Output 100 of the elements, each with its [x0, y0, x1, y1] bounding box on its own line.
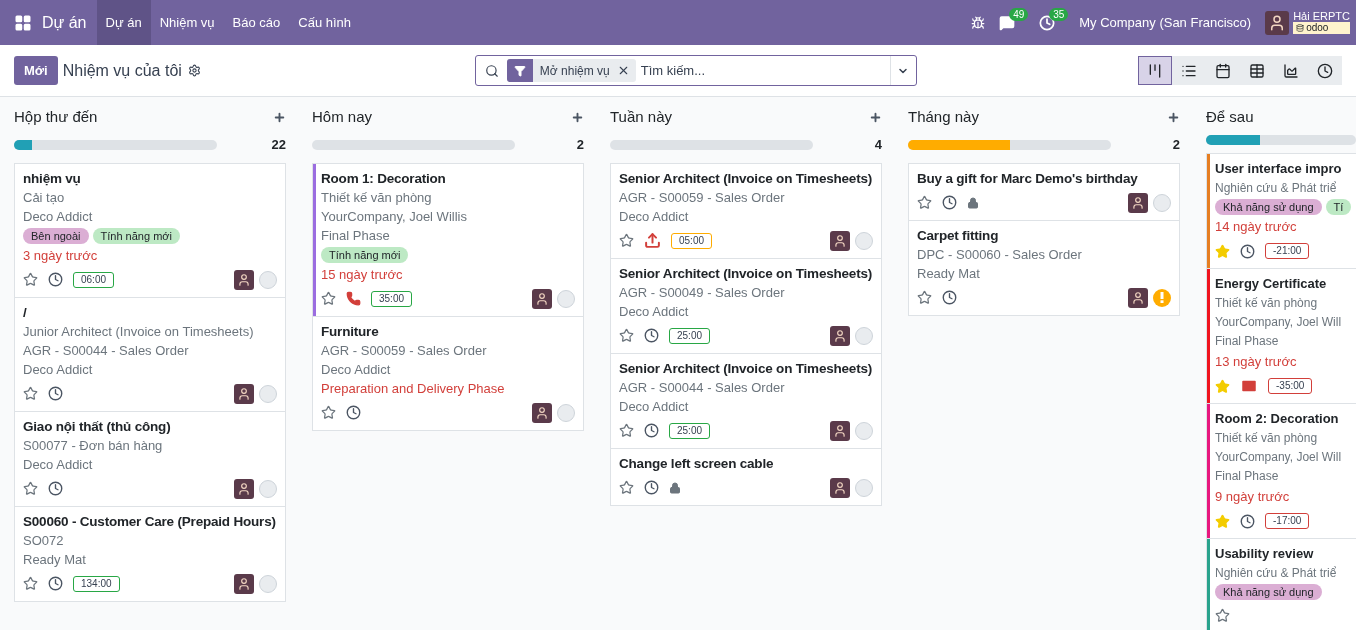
new-button[interactable]: Mới [14, 56, 58, 85]
task-title: nhiệm vụ [23, 169, 82, 188]
avatar[interactable] [532, 288, 552, 309]
task-title: Senior Architect (Invoice on Timesheets) [619, 359, 873, 378]
avatar[interactable] [532, 402, 552, 423]
task-detail: Nghiên cứu & Phát triể [1215, 180, 1338, 197]
tag: Khả năng sử dụng [1215, 199, 1322, 215]
search-input[interactable]: Tìm kiếm... [640, 60, 890, 81]
avatar[interactable] [1128, 287, 1148, 308]
task-detail: Final Phase [321, 226, 391, 245]
avatar[interactable] [1128, 192, 1148, 213]
avatar[interactable] [234, 478, 254, 499]
view-switch-button[interactable] [1138, 56, 1172, 85]
avatar[interactable] [830, 325, 850, 346]
star-icon[interactable] [619, 423, 634, 438]
star-icon[interactable] [619, 480, 634, 495]
debug-icon[interactable] [971, 15, 986, 30]
menu-item[interactable]: Dự án [96, 0, 151, 45]
tag: Tính năng mới [321, 246, 409, 263]
clock-icon[interactable] [942, 195, 957, 210]
task-card[interactable]: Furniture AGR - S00059 - Sales Order Deco Addict Preparation and Delivery Phase [312, 315, 584, 431]
clock-icon[interactable] [644, 328, 659, 343]
avatar[interactable] [234, 383, 254, 404]
task-card[interactable]: Energy Certificate Thiết kế văn phòng YourCompany, Joel Will Final Phase 13 ngày trước -35:00 [1206, 268, 1356, 404]
task-card[interactable]: Change left screen cable [610, 447, 882, 506]
clock-icon[interactable] [942, 290, 957, 305]
task-card[interactable]: User interface impro Nghiên cứu & Phát triể Khả năng sử dụng Tí 14 ngày trước -21:00 [1206, 153, 1356, 269]
star-icon[interactable] [23, 386, 38, 401]
task-card[interactable]: nhiệm vụ Cải tạo Deco Addict Bên ngoài Tính năng mới 3 ngày trước 06:00 [14, 162, 286, 298]
task-title: Senior Architect (Invoice on Timesheets) [619, 169, 873, 188]
add-icon[interactable] [869, 110, 882, 124]
hours-badge: -17:00 [1265, 513, 1310, 529]
star-icon[interactable] [619, 328, 634, 343]
clock-icon[interactable] [644, 423, 659, 438]
settings-icon[interactable] [187, 64, 201, 77]
task-card[interactable]: Senior Architect (Invoice on Timesheets) AGR - S00059 - Sales Order Deco Addict 05:00 [610, 162, 882, 259]
task-title: Room 2: Decoration [1215, 410, 1340, 428]
task-detail: Junior Architect (Invoice on Timesheets) [23, 322, 255, 341]
tag: Tí [1325, 199, 1352, 215]
task-detail: YourCompany, Joel Will [1215, 449, 1343, 466]
task-card[interactable]: S00060 - Customer Care (Prepaid Hours) SO072 Ready Mat 134:00 [14, 505, 286, 602]
task-detail: Cải tạo [23, 188, 66, 207]
phone-icon[interactable] [346, 291, 361, 306]
column-title: Hộp thư đến [14, 107, 98, 127]
task-card[interactable]: Usability review Nghiên cứu & Phát triể Khả năng sử dụng [1206, 538, 1356, 630]
progress-bar[interactable] [14, 139, 217, 150]
clock-icon[interactable] [1240, 513, 1255, 529]
menu-item[interactable]: Nhiệm vụ [150, 0, 224, 45]
task-title: Buy a gift for Marc Demo's birthday [917, 169, 1139, 188]
star-icon[interactable] [321, 291, 336, 306]
avatar[interactable] [830, 420, 850, 441]
menu-item[interactable]: Báo cáo [223, 0, 290, 45]
star-icon[interactable] [321, 405, 336, 420]
avatar[interactable] [234, 269, 254, 290]
clock-icon[interactable] [48, 481, 63, 496]
task-card[interactable]: / Junior Architect (Invoice on Timesheets) AGR - S00044 - Sales Order Deco Addict [14, 296, 286, 412]
star-icon[interactable] [1215, 607, 1230, 623]
app-name[interactable]: Dự án [42, 10, 87, 35]
clock-icon[interactable] [48, 576, 63, 591]
star-icon[interactable] [23, 272, 38, 287]
task-detail: Thiết kế văn phòng [1215, 430, 1319, 447]
tag: Bên ngoài [23, 227, 89, 244]
task-title: Giao nội thất (thủ công) [23, 417, 172, 436]
company-switcher[interactable]: My Company (San Francisco) [1079, 12, 1252, 33]
add-icon[interactable] [273, 110, 286, 124]
upload-icon[interactable] [644, 232, 661, 249]
star-icon[interactable] [23, 576, 38, 591]
apps-menu-icon[interactable] [14, 13, 32, 32]
user-avatar[interactable] [1265, 10, 1290, 35]
star-icon[interactable] [917, 195, 932, 210]
clock-icon[interactable] [346, 405, 361, 420]
star-icon[interactable] [619, 233, 634, 248]
clock-icon[interactable] [48, 386, 63, 401]
task-card[interactable]: Senior Architect (Invoice on Timesheets) AGR - S00044 - Sales Order Deco Addict 25:00 [610, 352, 882, 449]
search-bar[interactable]: Mở nhiệm vụ Tìm kiếm... [474, 55, 917, 86]
task-card[interactable]: Buy a gift for Marc Demo's birthday [908, 162, 1180, 221]
avatar[interactable] [830, 477, 850, 498]
filter-icon [513, 64, 526, 77]
mail-icon[interactable] [1240, 377, 1258, 395]
tag: Tính năng mới [92, 227, 180, 244]
clock-icon[interactable] [48, 272, 63, 287]
add-icon[interactable] [571, 110, 584, 124]
task-detail: Nghiên cứu & Phát triể [1215, 565, 1338, 582]
menu-item[interactable]: Cấu hình [289, 0, 361, 45]
star-icon[interactable] [917, 290, 932, 305]
add-icon[interactable] [1167, 110, 1180, 124]
task-title: Carpet fitting [917, 226, 1000, 245]
task-card[interactable]: Giao nội thất (thủ công) S00077 - Đơn bán hàng Deco Addict [14, 410, 286, 507]
avatar[interactable] [830, 230, 850, 251]
task-card[interactable]: Room 2: Decoration Thiết kế văn phòng YourCompany, Joel Will Final Phase 9 ngày trước -17:00 [1206, 403, 1356, 539]
star-icon[interactable] [23, 481, 38, 496]
area-chart-icon [1283, 62, 1299, 79]
avatar[interactable] [234, 573, 254, 594]
user-name[interactable]: Hải ERPTC [1293, 11, 1350, 22]
task-card[interactable]: Carpet fitting DPC - S00060 - Sales Order Ready Mat [908, 219, 1180, 316]
clock-icon[interactable] [1240, 243, 1255, 259]
task-card[interactable]: Senior Architect (Invoice on Timesheets) AGR - S00049 - Sales Order Deco Addict 25:00 [610, 257, 882, 354]
clock-icon[interactable] [644, 480, 659, 495]
deadline-text: 3 ngày trước [23, 246, 99, 265]
task-card[interactable]: Room 1: Decoration Thiết kế văn phòng YourCompany, Joel Willis Final Phase Tính năng mới 15 ngày trước 35:00 [312, 162, 584, 317]
